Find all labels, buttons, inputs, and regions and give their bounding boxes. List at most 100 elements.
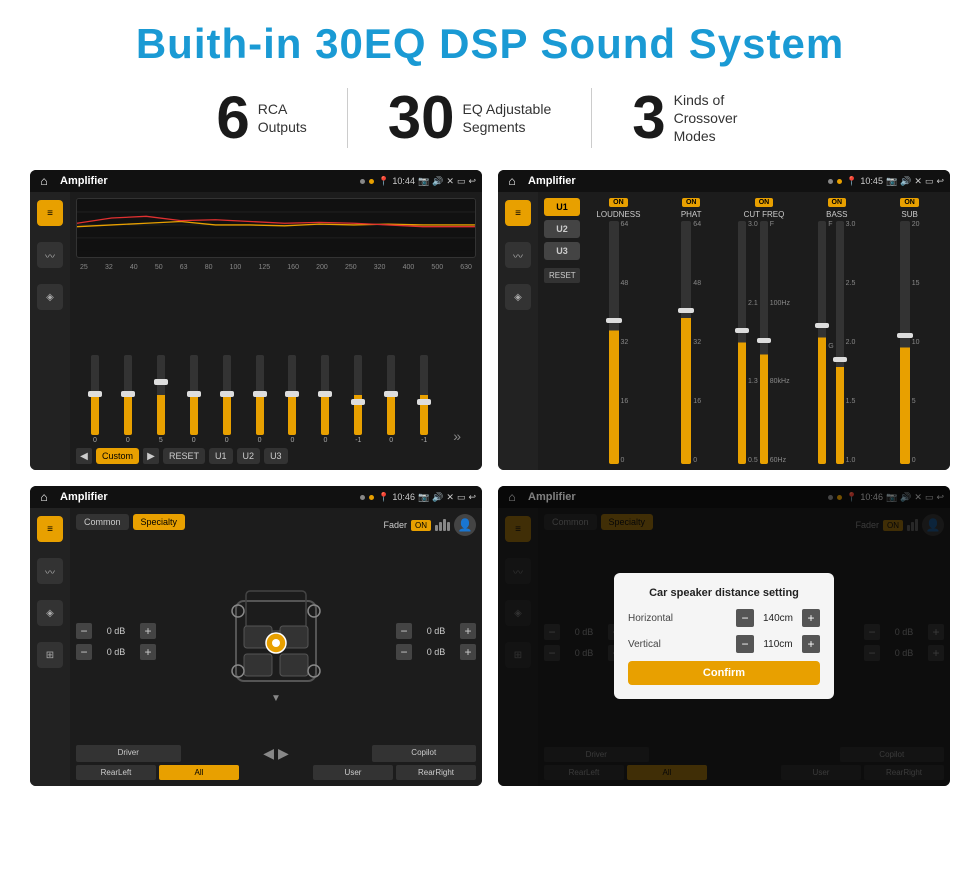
eq-next-btn[interactable]: ▶	[143, 448, 159, 464]
left-arrow-btn[interactable]: ◀	[263, 745, 274, 762]
speaker1-sidebar-expand[interactable]: ⊞	[37, 642, 63, 668]
loudness-label: LOUDNESS	[596, 210, 640, 219]
eq-slider-6: 0	[245, 355, 275, 444]
loudness-on-badge: ON	[609, 198, 628, 207]
sub-thumb[interactable]	[897, 333, 913, 338]
crossover-sidebar-wave[interactable]: 〰	[505, 242, 531, 268]
crossover-u1-btn[interactable]: U1	[544, 198, 580, 216]
driver-btn[interactable]: Driver	[76, 745, 181, 762]
eq-val-1: 0	[93, 437, 97, 444]
eq-track-4[interactable]	[190, 355, 198, 435]
speaker1-sidebar-wave[interactable]: 〰	[37, 558, 63, 584]
loudness-thumb[interactable]	[606, 318, 622, 323]
horizontal-plus-btn[interactable]: +	[802, 609, 820, 627]
bass-thumb-1[interactable]	[815, 323, 829, 328]
stat-crossover-number: 3	[632, 88, 665, 148]
location-icon: 📍	[378, 176, 389, 187]
dialog-horizontal-row: Horizontal − 140cm +	[628, 609, 820, 627]
speaker1-db-row-3: − 0 dB +	[396, 623, 476, 639]
crossover-sidebar-eq[interactable]: ≡	[505, 200, 531, 226]
user-btn[interactable]: User	[313, 765, 393, 780]
eq-u2-btn[interactable]: U2	[237, 448, 261, 464]
eq-sliders-row: 0 0 5 0	[76, 275, 476, 444]
speaker1-db4-plus[interactable]: +	[460, 644, 476, 660]
status-dot-1	[360, 179, 365, 184]
channel-phat: ON PHAT 644832160	[657, 198, 726, 464]
crossover-app-name: Amplifier	[528, 175, 824, 187]
person-icon: 👤	[454, 514, 476, 536]
eq-custom-btn[interactable]: Custom	[96, 448, 139, 464]
copilot-btn[interactable]: Copilot	[372, 745, 477, 762]
bass-thumb-2[interactable]	[833, 357, 847, 362]
eq-track-9[interactable]	[354, 355, 362, 435]
eq-val-5: 0	[225, 437, 229, 444]
speaker1-db2-minus[interactable]: −	[76, 644, 92, 660]
all-btn[interactable]: All	[159, 765, 239, 780]
stat-crossover: 3 Kinds ofCrossover Modes	[592, 88, 803, 148]
eq-track-7[interactable]	[288, 355, 296, 435]
eq-reset-btn[interactable]: RESET	[163, 448, 205, 464]
eq-track-1[interactable]	[91, 355, 99, 435]
speaker1-db4-minus[interactable]: −	[396, 644, 412, 660]
eq-val-4: 0	[192, 437, 196, 444]
eq-track-3[interactable]	[157, 355, 165, 435]
eq-track-11[interactable]	[420, 355, 428, 435]
eq-app-name: Amplifier	[60, 175, 356, 187]
eq-track-5[interactable]	[223, 355, 231, 435]
confirm-button[interactable]: Confirm	[628, 661, 820, 685]
eq-slider-3: 5	[146, 355, 176, 444]
eq-val-6: 0	[258, 437, 262, 444]
eq-u1-btn[interactable]: U1	[209, 448, 233, 464]
dialog-title: Car speaker distance setting	[628, 587, 820, 599]
distance-dialog: Car speaker distance setting Horizontal …	[614, 573, 834, 699]
eq-prev-btn[interactable]: ◀	[76, 448, 92, 464]
stat-crossover-label: Kinds ofCrossover Modes	[674, 91, 764, 146]
vertical-label: Vertical	[628, 639, 661, 650]
eq-u3-btn[interactable]: U3	[264, 448, 288, 464]
eq-track-8[interactable]	[321, 355, 329, 435]
eq-time: 10:44	[392, 176, 415, 186]
horizontal-minus-btn[interactable]: −	[736, 609, 754, 627]
speaker1-sidebar-spk[interactable]: ◈	[37, 600, 63, 626]
eq-track-2[interactable]	[124, 355, 132, 435]
sidebar-eq-icon[interactable]: ≡	[37, 200, 63, 226]
speaker1-db2-plus[interactable]: +	[140, 644, 156, 660]
speaker1-specialty-tab[interactable]: Specialty	[133, 514, 186, 530]
speaker1-sidebar-eq[interactable]: ≡	[37, 516, 63, 542]
right-arrow-btn[interactable]: ▶	[278, 745, 289, 762]
dialog-vertical-row: Vertical − 110cm +	[628, 635, 820, 653]
eq-sidebar: ≡ 〰 ◈	[30, 192, 70, 470]
speaker1-home-icon: ⌂	[36, 489, 52, 505]
speaker1-common-tab[interactable]: Common	[76, 514, 129, 530]
sidebar-speaker-icon[interactable]: ◈	[37, 284, 63, 310]
phat-thumb[interactable]	[678, 308, 694, 313]
eq-freq-labels: 2532405063 80100125160200 25032040050063…	[76, 264, 476, 271]
eq-track-10[interactable]	[387, 355, 395, 435]
speaker1-db3-minus[interactable]: −	[396, 623, 412, 639]
crossover-u2-btn[interactable]: U2	[544, 220, 580, 238]
cutfreq-thumb-1[interactable]	[735, 328, 749, 333]
vertical-plus-btn[interactable]: +	[802, 635, 820, 653]
speaker1-db1-minus[interactable]: −	[76, 623, 92, 639]
crossover-sidebar-spk[interactable]: ◈	[505, 284, 531, 310]
speaker1-db3-plus[interactable]: +	[460, 623, 476, 639]
sidebar-wave-icon[interactable]: 〰	[37, 242, 63, 268]
crossover-reset-btn[interactable]: RESET	[544, 268, 580, 283]
speaker1-db1-plus[interactable]: +	[140, 623, 156, 639]
speaker1-dot-1	[360, 495, 365, 500]
eq-track-6[interactable]	[256, 355, 264, 435]
channel-sub: ON SUB 20151050	[875, 198, 944, 464]
crossover-sidebar: ≡ 〰 ◈	[498, 192, 538, 470]
speaker1-sidebar: ≡ 〰 ◈ ⊞	[30, 508, 70, 786]
cutfreq-thumb-2[interactable]	[757, 338, 771, 343]
rearright-btn[interactable]: RearRight	[396, 765, 476, 780]
crossover-channels: ON LOUDNESS 644832160	[584, 198, 944, 464]
vertical-minus-btn[interactable]: −	[736, 635, 754, 653]
eq-val-8: 0	[323, 437, 327, 444]
rearleft-btn[interactable]: RearLeft	[76, 765, 156, 780]
eq-slider-1: 0	[80, 355, 110, 444]
eq-slider-expand[interactable]: »	[442, 428, 472, 444]
eq-slider-4: 0	[179, 355, 209, 444]
crossover-u3-btn[interactable]: U3	[544, 242, 580, 260]
crossover-u-buttons: U1 U2 U3 RESET	[544, 198, 580, 464]
